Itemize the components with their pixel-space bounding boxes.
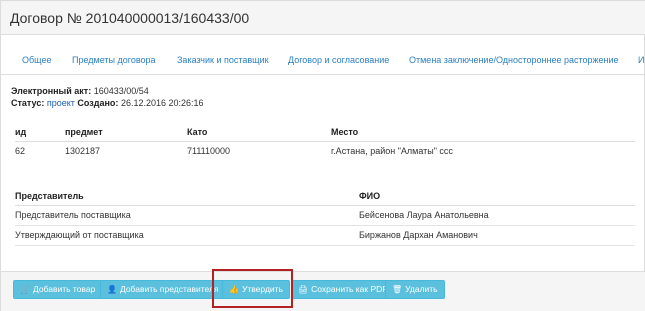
contract-panel: Договор № 201040000013/160433/00 Общее П… <box>0 0 645 311</box>
col-header-subject: предмет <box>65 123 187 142</box>
save-pdf-label: Сохранить как PDF <box>311 284 388 294</box>
act-line: Электронный акт: 160433/00/54 <box>11 86 149 96</box>
reps-table-header: Представитель ФИО <box>15 187 635 206</box>
panel-heading: Договор № 201040000013/160433/00 <box>1 1 645 35</box>
status-value-link[interactable]: проект <box>47 98 75 108</box>
cell-subject: 1302187 <box>65 146 101 157</box>
act-label: Электронный акт: <box>11 86 92 96</box>
approve-highlight-box <box>212 269 293 308</box>
col-header-kato: Като <box>187 123 331 142</box>
tab-contract-items[interactable]: Предметы договора <box>72 55 156 65</box>
tab-customer-supplier[interactable]: Заказчик и поставщик <box>177 55 269 65</box>
act-value: 160433/00/54 <box>93 86 149 96</box>
tab-contract-approval[interactable]: Договор и согласование <box>288 55 389 65</box>
representatives-table: Представитель ФИО Представитель поставщи… <box>15 187 635 246</box>
cell-kato: 711110000 <box>187 146 231 157</box>
tab-cancellation[interactable]: Отмена заключение/Одностороннее расторже… <box>409 55 619 65</box>
page-title: Договор № 201040000013/160433/00 <box>10 10 250 26</box>
add-representative-button[interactable]: 👤 Добавить представителя <box>100 280 226 299</box>
cell-representative: Представитель поставщика <box>15 205 359 226</box>
tab-general[interactable]: Общее <box>22 55 51 65</box>
add-representative-label: Добавить представителя <box>119 284 219 294</box>
cell-fullname: Бейсенова Лаура Анатольевна <box>359 205 635 226</box>
cell-place: г.Астана, район "Алматы" ссс <box>331 146 453 157</box>
trash-icon: 🗑 <box>392 285 403 294</box>
tabs-bar: Общее Предметы договора Заказчик и поста… <box>1 43 645 75</box>
add-item-button[interactable]: 🛒 Добавить товар <box>13 280 103 299</box>
tab-more[interactable]: И <box>638 55 644 65</box>
status-line: Статус: проект Создано: 26.12.2016 20:26… <box>11 98 204 108</box>
col-header-id: ид <box>15 123 65 142</box>
add-item-label: Добавить товар <box>32 284 96 294</box>
cell-id: 62 <box>15 146 26 157</box>
items-table-header: ид предмет Като Место <box>15 123 635 142</box>
print-icon: 🖨 <box>298 285 309 294</box>
cell-representative: Утверждающий от поставщика <box>15 225 359 246</box>
items-table: ид предмет Като Место 62 1302187 7111100… <box>15 123 635 161</box>
cart-icon: 🛒 <box>20 285 30 294</box>
table-row: Утверждающий от поставщика Биржанов Дарх… <box>15 225 635 246</box>
col-header-fullname: ФИО <box>359 187 635 206</box>
save-pdf-button[interactable]: 🖨 Сохранить как PDF <box>291 280 395 299</box>
created-label: Создано: <box>77 98 119 108</box>
col-header-representative: Представитель <box>15 187 359 206</box>
status-label: Статус: <box>11 98 45 108</box>
user-icon: 👤 <box>107 285 117 294</box>
created-value: 26.12.2016 20:26:16 <box>120 98 204 108</box>
col-header-place: Место <box>331 123 635 142</box>
delete-label: Удалить <box>405 284 438 294</box>
cell-fullname: Биржанов Дархан Аманович <box>359 225 635 246</box>
delete-button[interactable]: 🗑 Удалить <box>385 280 445 299</box>
table-row: Представитель поставщика Бейсенова Лаура… <box>15 205 635 226</box>
table-row: 62 1302187 711110000 г.Астана, район "Ал… <box>15 141 635 161</box>
